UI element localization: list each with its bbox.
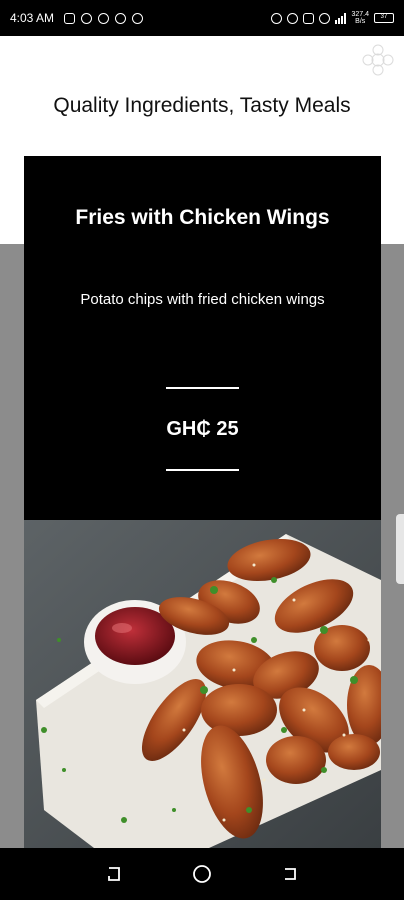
heart-icon [98,12,110,24]
battery-level: 37 [380,14,388,20]
battery-icon: 37 [374,13,394,23]
side-drawer-handle[interactable] [396,514,404,584]
price-divider-bottom [166,469,239,471]
menu-item-description: Potato chips with fried chicken wings [80,291,325,308]
alarm-icon [271,12,283,24]
globe-icon [132,12,144,24]
floral-decoration-icon [362,44,394,76]
alarm-icon [115,12,127,24]
price-divider-top [166,387,239,389]
back-icon [285,868,296,880]
system-nav-bar [0,848,404,900]
signal-icon [335,12,347,24]
home-icon [193,865,211,883]
recent-apps-icon [108,867,120,881]
instagram-icon [64,12,76,24]
status-bar: 4:03 AM 327.4 B/s 37 [0,0,404,36]
headset-icon [287,12,299,24]
network-speed: 327.4 B/s [351,11,369,25]
shield-icon [81,12,93,24]
page-headline: Quality Ingredients, Tasty Meals [53,94,351,117]
menu-item-price: GH₵ 25 [166,418,239,440]
back-button[interactable] [279,863,301,885]
status-left: 4:03 AM [10,11,144,25]
menu-item-card[interactable]: Fries with Chicken Wings Potato chips wi… [24,156,381,848]
net-speed-value: 327.4 [351,11,369,18]
notification-icon [303,12,315,24]
menu-item-details: Fries with Chicken Wings Potato chips wi… [24,156,381,520]
recent-apps-button[interactable] [103,863,125,885]
wifi-icon [319,12,331,24]
net-speed-unit: B/s [355,18,366,25]
chicken-wings-photo [24,520,381,848]
home-button[interactable] [191,863,213,885]
status-right: 327.4 B/s 37 [271,11,394,25]
status-time: 4:03 AM [10,11,55,25]
menu-item-title: Fries with Chicken Wings [75,206,330,229]
